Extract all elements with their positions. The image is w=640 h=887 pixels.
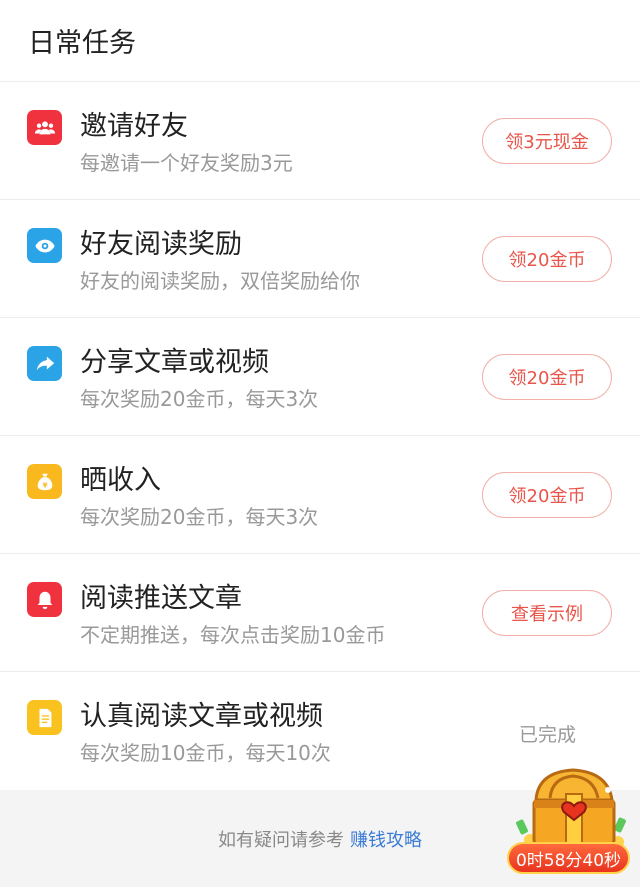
claim-cash-button[interactable]: 领3元现金 (482, 118, 612, 164)
task-share-income[interactable]: ¥ 晒收入 每次奖励20金币，每天3次 领20金币 (0, 436, 640, 554)
task-description: 每次奖励20金币，每天3次 (80, 505, 319, 529)
task-description: 不定期推送，每次点击奖励10金币 (80, 623, 386, 647)
claim-coins-button[interactable]: 领20金币 (482, 236, 612, 282)
task-description: 好友的阅读奖励，双倍奖励给你 (80, 269, 360, 293)
completed-status: 已完成 (518, 724, 576, 746)
task-name: 认真阅读文章或视频 (80, 701, 323, 732)
page-title: 日常任务 (28, 28, 136, 59)
claim-coins-button[interactable]: 领20金币 (482, 354, 612, 400)
task-list: 邀请好友 每邀请一个好友奖励3元 领3元现金 好友阅读奖励 好友的阅读奖励，双倍… (0, 82, 640, 790)
view-example-button[interactable]: 查看示例 (482, 590, 612, 636)
claim-coins-button[interactable]: 领20金币 (482, 472, 612, 518)
money-bag-icon: ¥ (27, 464, 62, 499)
help-text: 如有疑问请参考 (218, 829, 344, 851)
task-name: 晒收入 (80, 465, 161, 496)
task-description: 每次奖励10金币，每天10次 (80, 741, 331, 765)
document-icon (27, 700, 62, 735)
task-share-article[interactable]: 分享文章或视频 每次奖励20金币，每天3次 领20金币 (0, 318, 640, 436)
task-description: 每次奖励20金币，每天3次 (80, 387, 319, 411)
task-name: 邀请好友 (80, 111, 188, 142)
task-description: 每邀请一个好友奖励3元 (80, 151, 293, 175)
task-name: 好友阅读奖励 (80, 229, 242, 260)
eye-icon (27, 228, 62, 263)
task-read-push-articles[interactable]: 阅读推送文章 不定期推送，每次点击奖励10金币 查看示例 (0, 554, 640, 672)
task-friend-reading-reward[interactable]: 好友阅读奖励 好友的阅读奖励，双倍奖励给你 领20金币 (0, 200, 640, 318)
task-invite-friends[interactable]: 邀请好友 每邀请一个好友奖励3元 领3元现金 (0, 82, 640, 200)
task-name: 分享文章或视频 (80, 347, 269, 378)
share-arrow-icon (27, 346, 62, 381)
earning-guide-link[interactable]: 赚钱攻略 (350, 826, 422, 852)
task-name: 阅读推送文章 (80, 583, 242, 614)
bell-icon (27, 582, 62, 617)
countdown-timer: 0时58分40秒 (507, 842, 630, 874)
page-header: 日常任务 (0, 0, 640, 82)
svg-text:¥: ¥ (42, 480, 48, 489)
users-icon (27, 110, 62, 145)
